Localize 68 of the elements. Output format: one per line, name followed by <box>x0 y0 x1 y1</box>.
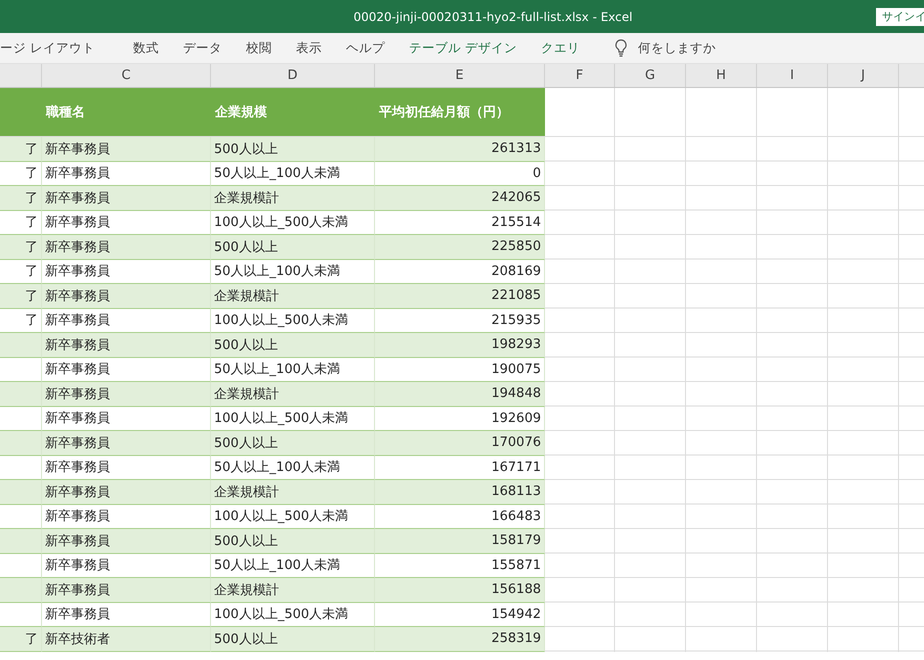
ribbon-tab[interactable]: テーブル デザイン <box>396 40 529 56</box>
table-cell <box>0 480 42 504</box>
column-header[interactable]: E <box>375 64 545 87</box>
table-cell: 242065 <box>375 186 545 210</box>
column-header[interactable]: C <box>42 64 211 87</box>
table-cell: 企業規模計 <box>211 186 375 210</box>
table-cell: 156188 <box>375 578 545 602</box>
table-cell: 了 <box>0 235 42 260</box>
table-cell: 500人以上 <box>211 627 375 652</box>
ribbon-tab[interactable]: 数式 <box>120 40 171 56</box>
tell-me-field[interactable]: 何をしますか <box>638 40 716 56</box>
table-cell: 新卒事務員 <box>42 284 211 308</box>
table-cell: 新卒事務員 <box>42 235 211 260</box>
table-cell: 500人以上 <box>211 431 375 456</box>
table-cell: 221085 <box>375 284 545 308</box>
ribbon-tab[interactable]: 表示 <box>284 40 334 56</box>
table-cell: 500人以上 <box>211 529 375 554</box>
table-cell: 500人以上 <box>211 333 375 358</box>
table-cell: 新卒技術者 <box>42 627 211 652</box>
lightbulb-icon[interactable] <box>614 39 628 57</box>
table-cell <box>0 333 42 358</box>
ribbon-tab[interactable]: データ <box>170 40 234 56</box>
ribbon-tab[interactable]: 校閲 <box>234 40 284 56</box>
column-header[interactable]: D <box>211 64 375 87</box>
ribbon-tab[interactable]: ヘルプ <box>334 40 397 56</box>
table-cell: 了 <box>0 284 42 308</box>
table-cell: 新卒事務員 <box>42 137 211 162</box>
table-cell: 258319 <box>375 627 545 652</box>
ribbon-tab[interactable]: クエリ <box>528 40 592 56</box>
header-cell: 企業規模 <box>211 88 375 136</box>
table-cell <box>0 382 42 406</box>
table-cell: 了 <box>0 186 42 210</box>
table-cell: 了 <box>0 627 42 652</box>
table-cell: 170076 <box>375 431 545 456</box>
table-cell: 新卒事務員 <box>42 186 211 210</box>
table-cell <box>0 578 42 602</box>
ribbon-tab[interactable]: ージ レイアウト <box>0 40 107 56</box>
table-cell: 新卒事務員 <box>42 382 211 406</box>
table-cell: 企業規模計 <box>211 578 375 602</box>
table-cell: 新卒事務員 <box>42 431 211 456</box>
table-cell: 194848 <box>375 382 545 406</box>
table-cell <box>0 529 42 554</box>
table-cell <box>0 431 42 456</box>
table-cell: 新卒事務員 <box>42 529 211 554</box>
table-cell: 企業規模計 <box>211 284 375 308</box>
column-header[interactable]: J <box>828 64 899 87</box>
table-cell: 225850 <box>375 235 545 260</box>
header-cell: 平均初任給月額（円） <box>375 88 545 136</box>
column-header[interactable]: I <box>757 64 828 87</box>
sign-in-button[interactable]: サインイ <box>876 8 924 26</box>
table-cell: 了 <box>0 137 42 162</box>
table-cell: 261313 <box>375 137 545 162</box>
window-title: 00020-jinji-00020311-hyo2-full-list.xlsx - Excel <box>352 10 632 24</box>
table-cell: 500人以上 <box>211 235 375 260</box>
column-header[interactable]: H <box>686 64 757 87</box>
table-cell: 198293 <box>375 333 545 358</box>
table-cell: 168113 <box>375 480 545 504</box>
column-header[interactable]: F <box>545 64 615 87</box>
table-cell: 500人以上 <box>211 137 375 162</box>
table-cell: 新卒事務員 <box>42 578 211 602</box>
column-header[interactable]: G <box>615 64 686 87</box>
table-cell: 新卒事務員 <box>42 333 211 358</box>
header-cell: 職種名 <box>42 88 211 136</box>
table-cell: 企業規模計 <box>211 480 375 504</box>
table-cell: 158179 <box>375 529 545 554</box>
table-cell: 企業規模計 <box>211 382 375 406</box>
header-cell <box>0 88 42 136</box>
table-cell: 新卒事務員 <box>42 480 211 504</box>
